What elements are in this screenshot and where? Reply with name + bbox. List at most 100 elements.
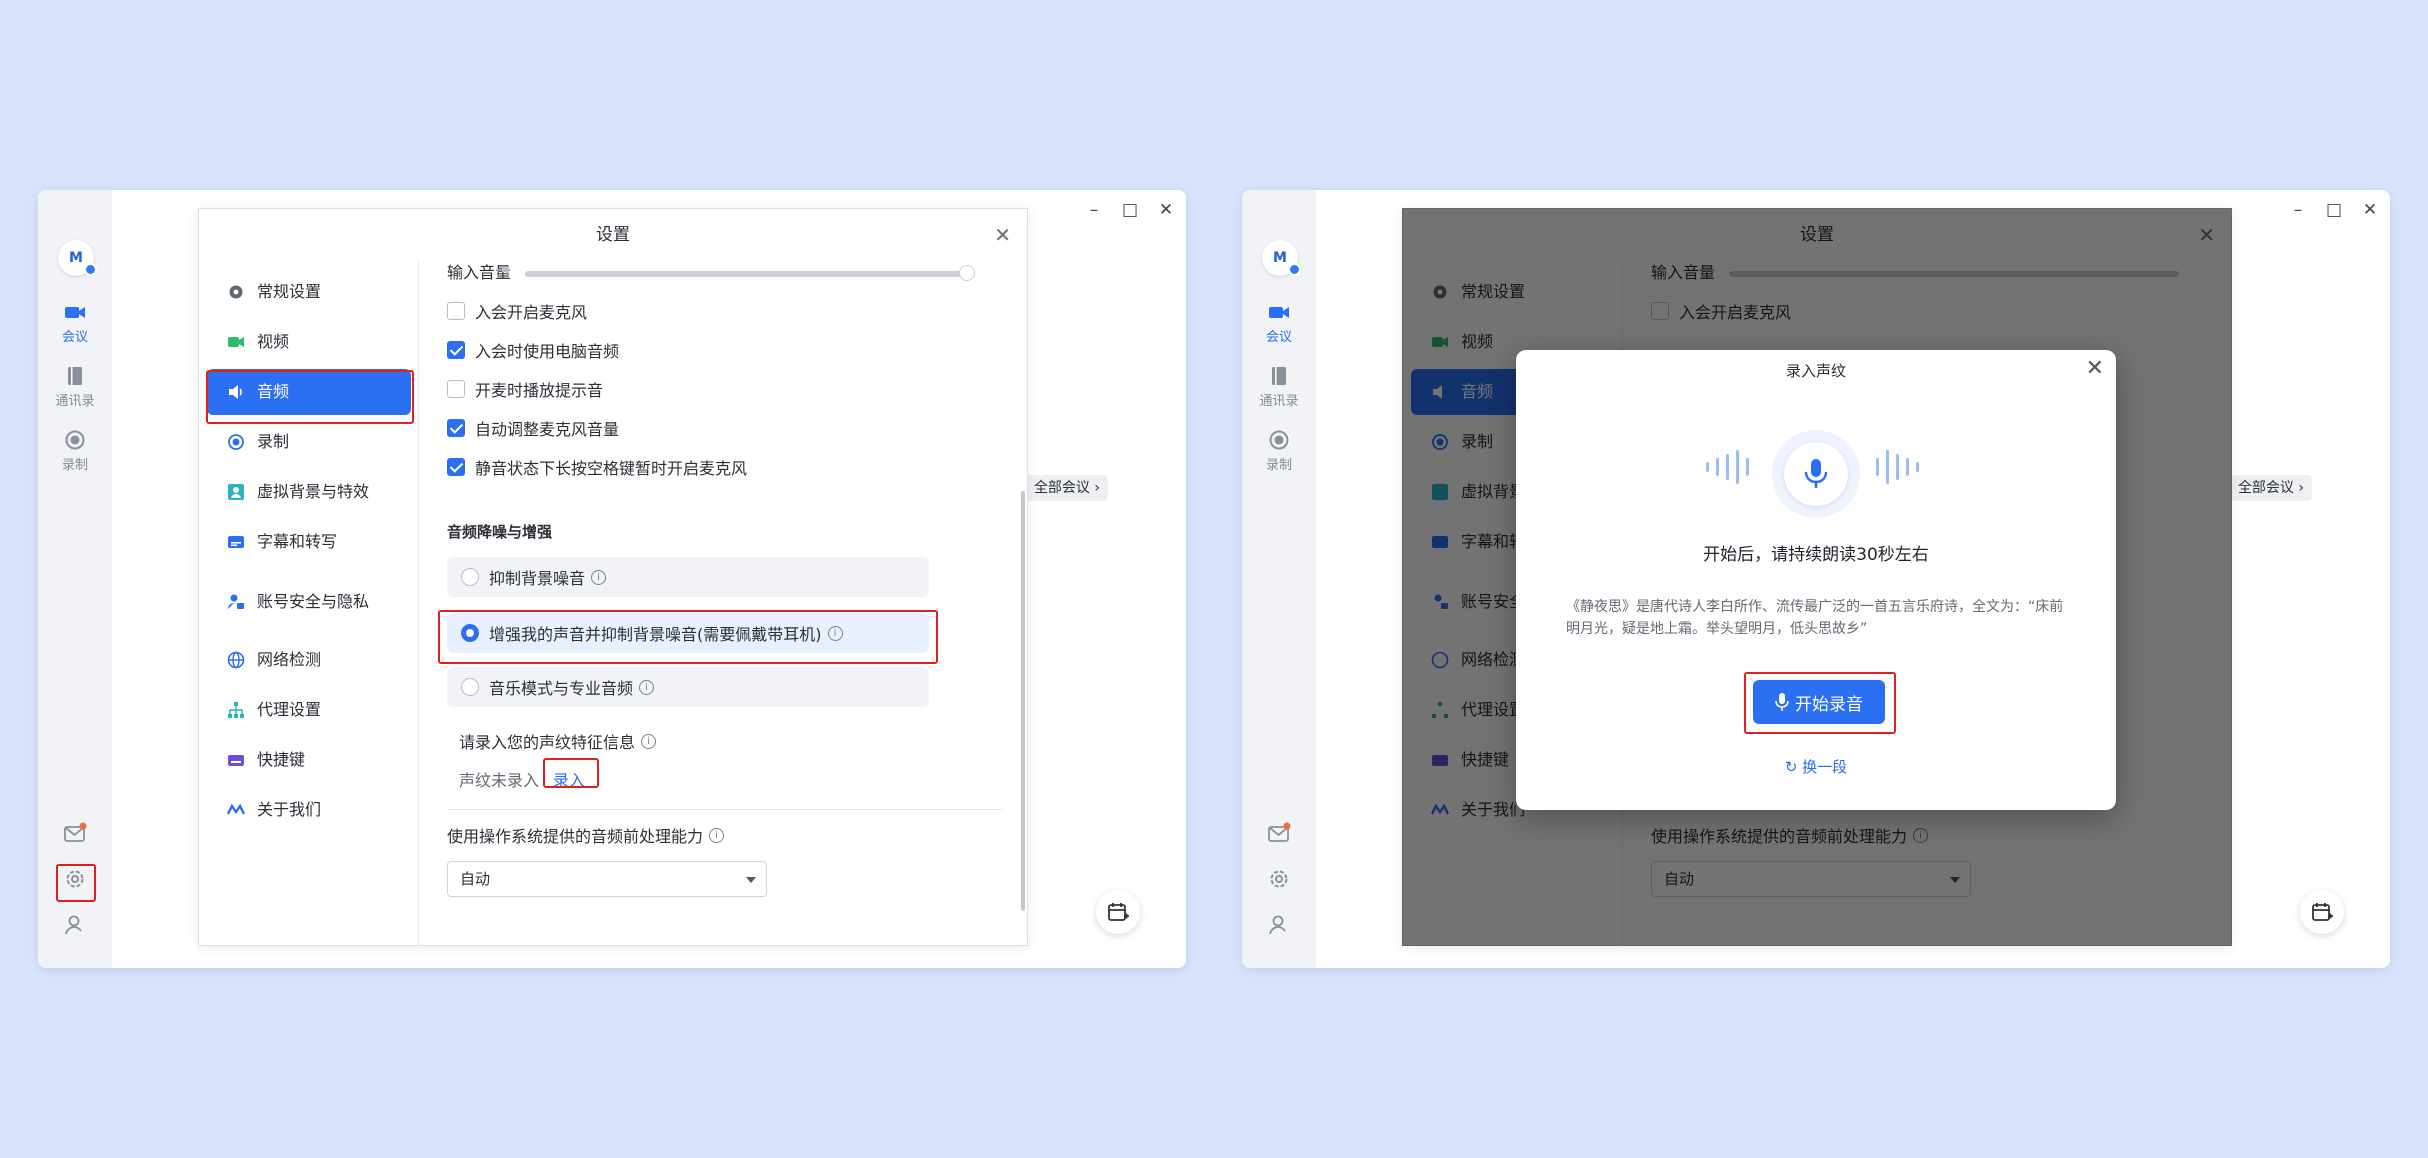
scrollbar[interactable]	[1021, 491, 1025, 911]
info-icon[interactable]: i	[709, 827, 725, 843]
all-meetings-button[interactable]: 全部会议 ›	[2229, 475, 2312, 501]
left-rail: M 会议 通讯录 录制	[38, 190, 112, 968]
checkbox-row[interactable]: 入会开启麦克风	[447, 299, 587, 323]
radio[interactable]	[461, 624, 479, 642]
input-volume-slider[interactable]	[525, 271, 975, 277]
checkbox[interactable]	[447, 419, 465, 437]
checkbox[interactable]	[447, 341, 465, 359]
settings-button[interactable]	[1242, 868, 1316, 894]
checkbox-label: 开麦时播放提示音	[475, 381, 604, 400]
close-icon[interactable]: ✕	[2086, 356, 2104, 381]
calendar-add-icon	[1108, 903, 1129, 921]
minimize-icon[interactable]: –	[2290, 200, 2306, 220]
slider-handle[interactable]	[959, 265, 975, 281]
user-icon	[1269, 915, 1286, 935]
settings-button[interactable]	[38, 868, 112, 894]
start-recording-label: 开始录音	[1795, 694, 1863, 715]
refresh-icon: ↻	[1784, 758, 1798, 776]
os-audio-select[interactable]: 自动	[447, 861, 767, 897]
mail-button[interactable]	[38, 822, 112, 848]
checkbox[interactable]	[447, 302, 465, 320]
nav-item-general[interactable]: 常规设置	[207, 269, 411, 315]
chevron-right-icon: ›	[2298, 480, 2304, 496]
info-icon[interactable]: i	[827, 625, 843, 641]
start-recording-button[interactable]: 开始录音	[1753, 680, 1885, 724]
checkbox[interactable]	[447, 380, 465, 398]
voiceprint-enroll-link[interactable]: 录入	[553, 767, 585, 791]
left-rail: M 会议 通讯录 录制	[1242, 190, 1316, 968]
rail-item-meeting[interactable]: 会议	[38, 302, 112, 345]
profile-button[interactable]	[1242, 914, 1316, 940]
nav-item-about[interactable]: 关于我们	[207, 787, 411, 833]
switch-passage-label: 换一段	[1802, 758, 1848, 776]
all-meetings-label: 全部会议	[1033, 480, 1090, 496]
nav-item-proxy[interactable]: 代理设置	[207, 687, 411, 733]
checkbox-row[interactable]: 静音状态下长按空格键暂时开启麦克风	[447, 455, 747, 479]
maximize-icon[interactable]: □	[2326, 200, 2342, 220]
voiceprint-prompt: 请录入您的声纹特征信息 i	[459, 729, 657, 753]
network-tree-icon	[228, 702, 244, 718]
radio[interactable]	[461, 678, 479, 696]
minimize-icon[interactable]: –	[1086, 200, 1102, 220]
mail-button[interactable]	[1242, 822, 1316, 848]
gear-icon	[229, 285, 243, 299]
logo-icon: M	[1273, 250, 1287, 266]
nav-label: 快捷键	[257, 750, 306, 769]
radio-option[interactable]: 抑制背景噪音 i	[447, 557, 929, 597]
schedule-meeting-button[interactable]	[1096, 890, 1140, 934]
radio[interactable]	[461, 568, 479, 586]
logo-icon	[227, 803, 245, 815]
rail-item-record[interactable]: 录制	[38, 430, 112, 473]
nav-item-record[interactable]: 录制	[207, 419, 411, 465]
close-icon[interactable]: ✕	[2362, 200, 2378, 220]
rail-item-contacts[interactable]: 通讯录	[1242, 366, 1316, 409]
nav-item-virtual-bg[interactable]: 虚拟背景与特效	[207, 469, 411, 515]
os-audio-row: 使用操作系统提供的音频前处理能力 i	[447, 823, 725, 847]
status-dot	[1288, 263, 1301, 276]
info-icon[interactable]: i	[591, 569, 607, 585]
nav-label: 音频	[257, 382, 290, 401]
nav-item-audio[interactable]: 音频	[207, 369, 411, 415]
window-controls: – □ ✕	[1086, 200, 1174, 220]
radio-option[interactable]: 音乐模式与专业音频 i	[447, 667, 929, 707]
nav-label: 字幕和转写	[257, 532, 338, 551]
mail-icon	[1268, 822, 1291, 842]
contacts-book-icon	[68, 367, 82, 385]
switch-passage-link[interactable]: ↻ 换一段	[1516, 756, 2116, 777]
video-camera-icon	[65, 307, 85, 318]
subtitles-icon	[228, 536, 244, 548]
nav-item-video[interactable]: 视频	[207, 319, 411, 365]
rail-item-record[interactable]: 录制	[1242, 430, 1316, 473]
nav-item-shortcuts[interactable]: 快捷键	[207, 737, 411, 783]
checkbox-row[interactable]: 自动调整麦克风音量	[447, 416, 619, 440]
window-controls: – □ ✕	[2290, 200, 2378, 220]
schedule-meeting-button[interactable]	[2300, 890, 2344, 934]
checkbox-row[interactable]: 开麦时播放提示音	[447, 377, 603, 401]
profile-button[interactable]	[38, 914, 112, 940]
app-window-right: M 会议 通讯录 录制 – □ ✕ 全部会议 › 设置	[1242, 190, 2390, 968]
nav-item-subtitles[interactable]: 字幕和转写	[207, 519, 411, 565]
keyboard-icon	[228, 755, 244, 766]
nav-label: 录制	[257, 432, 290, 451]
maximize-icon[interactable]: □	[1122, 200, 1138, 220]
checkbox-row[interactable]: 入会时使用电脑音频	[447, 338, 619, 362]
radio-option[interactable]: 增强我的声音并抑制背景噪音(需要佩戴带耳机) i	[447, 613, 929, 653]
rail-item-label: 通讯录	[55, 394, 95, 409]
nav-item-network[interactable]: 网络检测	[207, 637, 411, 683]
nav-item-security[interactable]: 账号安全与隐私	[207, 579, 411, 625]
close-icon[interactable]: ✕	[994, 223, 1011, 247]
all-meetings-button[interactable]: 全部会议 ›	[1025, 475, 1108, 501]
checkbox-label: 入会开启麦克风	[475, 303, 588, 322]
info-icon[interactable]: i	[639, 679, 655, 695]
nav-label: 网络检测	[257, 650, 322, 669]
globe-icon	[227, 651, 245, 669]
calendar-add-icon	[2312, 903, 2333, 921]
rail-item-contacts[interactable]: 通讯录	[38, 366, 112, 409]
rail-item-label: 录制	[61, 458, 88, 473]
close-icon[interactable]: ✕	[1158, 200, 1174, 220]
checkbox-label: 自动调整麦克风音量	[475, 420, 620, 439]
rail-item-meeting[interactable]: 会议	[1242, 302, 1316, 345]
info-icon[interactable]: i	[641, 733, 657, 749]
checkbox[interactable]	[447, 458, 465, 476]
app-window-left: M 会议 通讯录 录制 – □ ✕ 全部会议 › 设置 ✕ 常规设置 视频 音频…	[38, 190, 1186, 968]
